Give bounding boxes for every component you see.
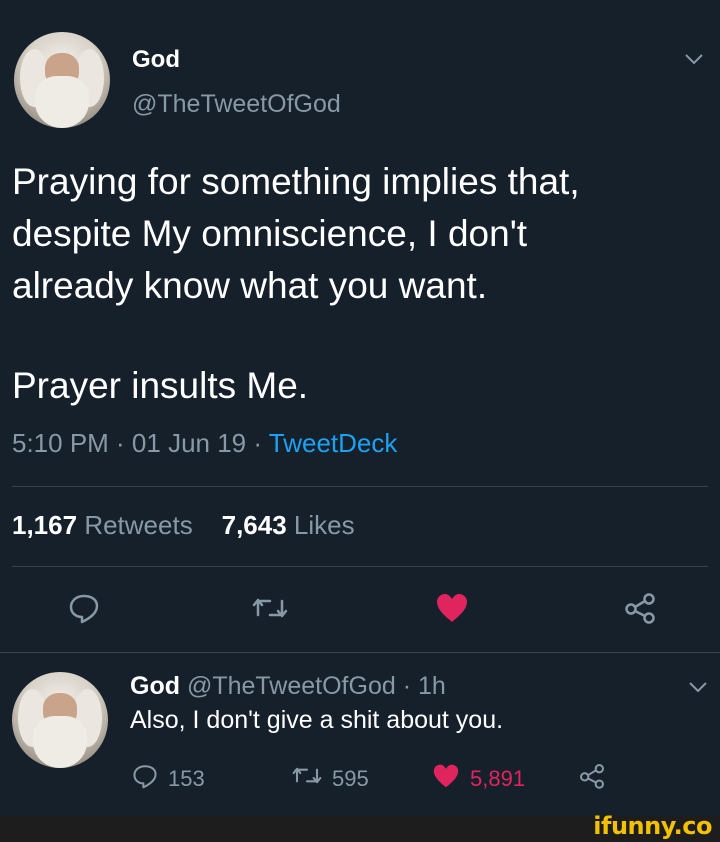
retweet-icon — [292, 763, 322, 794]
divider — [12, 566, 708, 567]
reply-reply-button[interactable]: 153 — [132, 763, 205, 795]
reply-author-name[interactable]: God — [130, 672, 180, 700]
reply-count: 153 — [168, 766, 205, 791]
heart-icon — [435, 592, 469, 629]
source-link[interactable]: TweetDeck — [269, 428, 398, 458]
tweet-text: Praying for something implies that, desp… — [12, 156, 702, 312]
reply-text: Also, I don't give a shit about you. — [130, 706, 504, 734]
tweet-meta: 5:10 PM · 01 Jun 19 · TweetDeck — [12, 428, 397, 459]
share-button[interactable] — [618, 588, 662, 632]
watermark: ifunny.co — [593, 812, 712, 840]
tweet-stats: 1,167 Retweets 7,643 Likes — [12, 510, 355, 541]
tweet-text-line: despite My omniscience, I don't — [12, 213, 528, 254]
author-handle[interactable]: @TheTweetOfGod — [132, 90, 341, 119]
reply-handle-time[interactable]: @TheTweetOfGod · 1h — [187, 672, 446, 700]
chevron-down-icon[interactable] — [684, 50, 704, 71]
timestamp[interactable]: 5:10 PM · 01 Jun 19 · — [12, 428, 269, 458]
retweets-count: 1,167 — [12, 510, 78, 540]
author-name[interactable]: God — [132, 46, 180, 74]
speech-bubble-icon — [68, 592, 100, 629]
likes-count: 7,643 — [221, 510, 287, 540]
divider — [12, 486, 708, 487]
likes-stat[interactable]: 7,643 Likes — [222, 510, 355, 540]
like-button[interactable] — [430, 588, 474, 632]
reply-share-button[interactable] — [578, 763, 606, 795]
retweets-stat[interactable]: 1,167 Retweets — [12, 510, 193, 540]
share-icon — [578, 763, 606, 795]
share-icon — [623, 592, 657, 629]
reply-retweet-count: 595 — [332, 765, 369, 791]
tweet-text-second: Prayer insults Me. — [12, 365, 309, 406]
reply-avatar[interactable] — [12, 672, 108, 768]
reply-like-count: 5,891 — [470, 766, 526, 791]
heart-icon — [432, 763, 460, 795]
likes-label: Likes — [293, 510, 355, 540]
divider — [0, 652, 720, 653]
reply-retweet-button[interactable]: 595 — [292, 763, 369, 794]
retweet-icon — [252, 593, 288, 628]
chevron-down-icon[interactable] — [688, 678, 708, 699]
reply-button[interactable] — [62, 588, 106, 632]
retweet-button[interactable] — [248, 588, 292, 632]
tweet-text-line: already know what you want. — [12, 265, 488, 306]
retweets-label: Retweets — [84, 510, 193, 540]
reply-header: God @TheTweetOfGod · 1h — [130, 672, 446, 701]
avatar[interactable] — [14, 32, 110, 128]
tweet-text-line: Praying for something implies that, — [12, 161, 580, 202]
reply-like-button[interactable]: 5,891 — [432, 763, 525, 795]
speech-bubble-icon — [132, 763, 158, 795]
